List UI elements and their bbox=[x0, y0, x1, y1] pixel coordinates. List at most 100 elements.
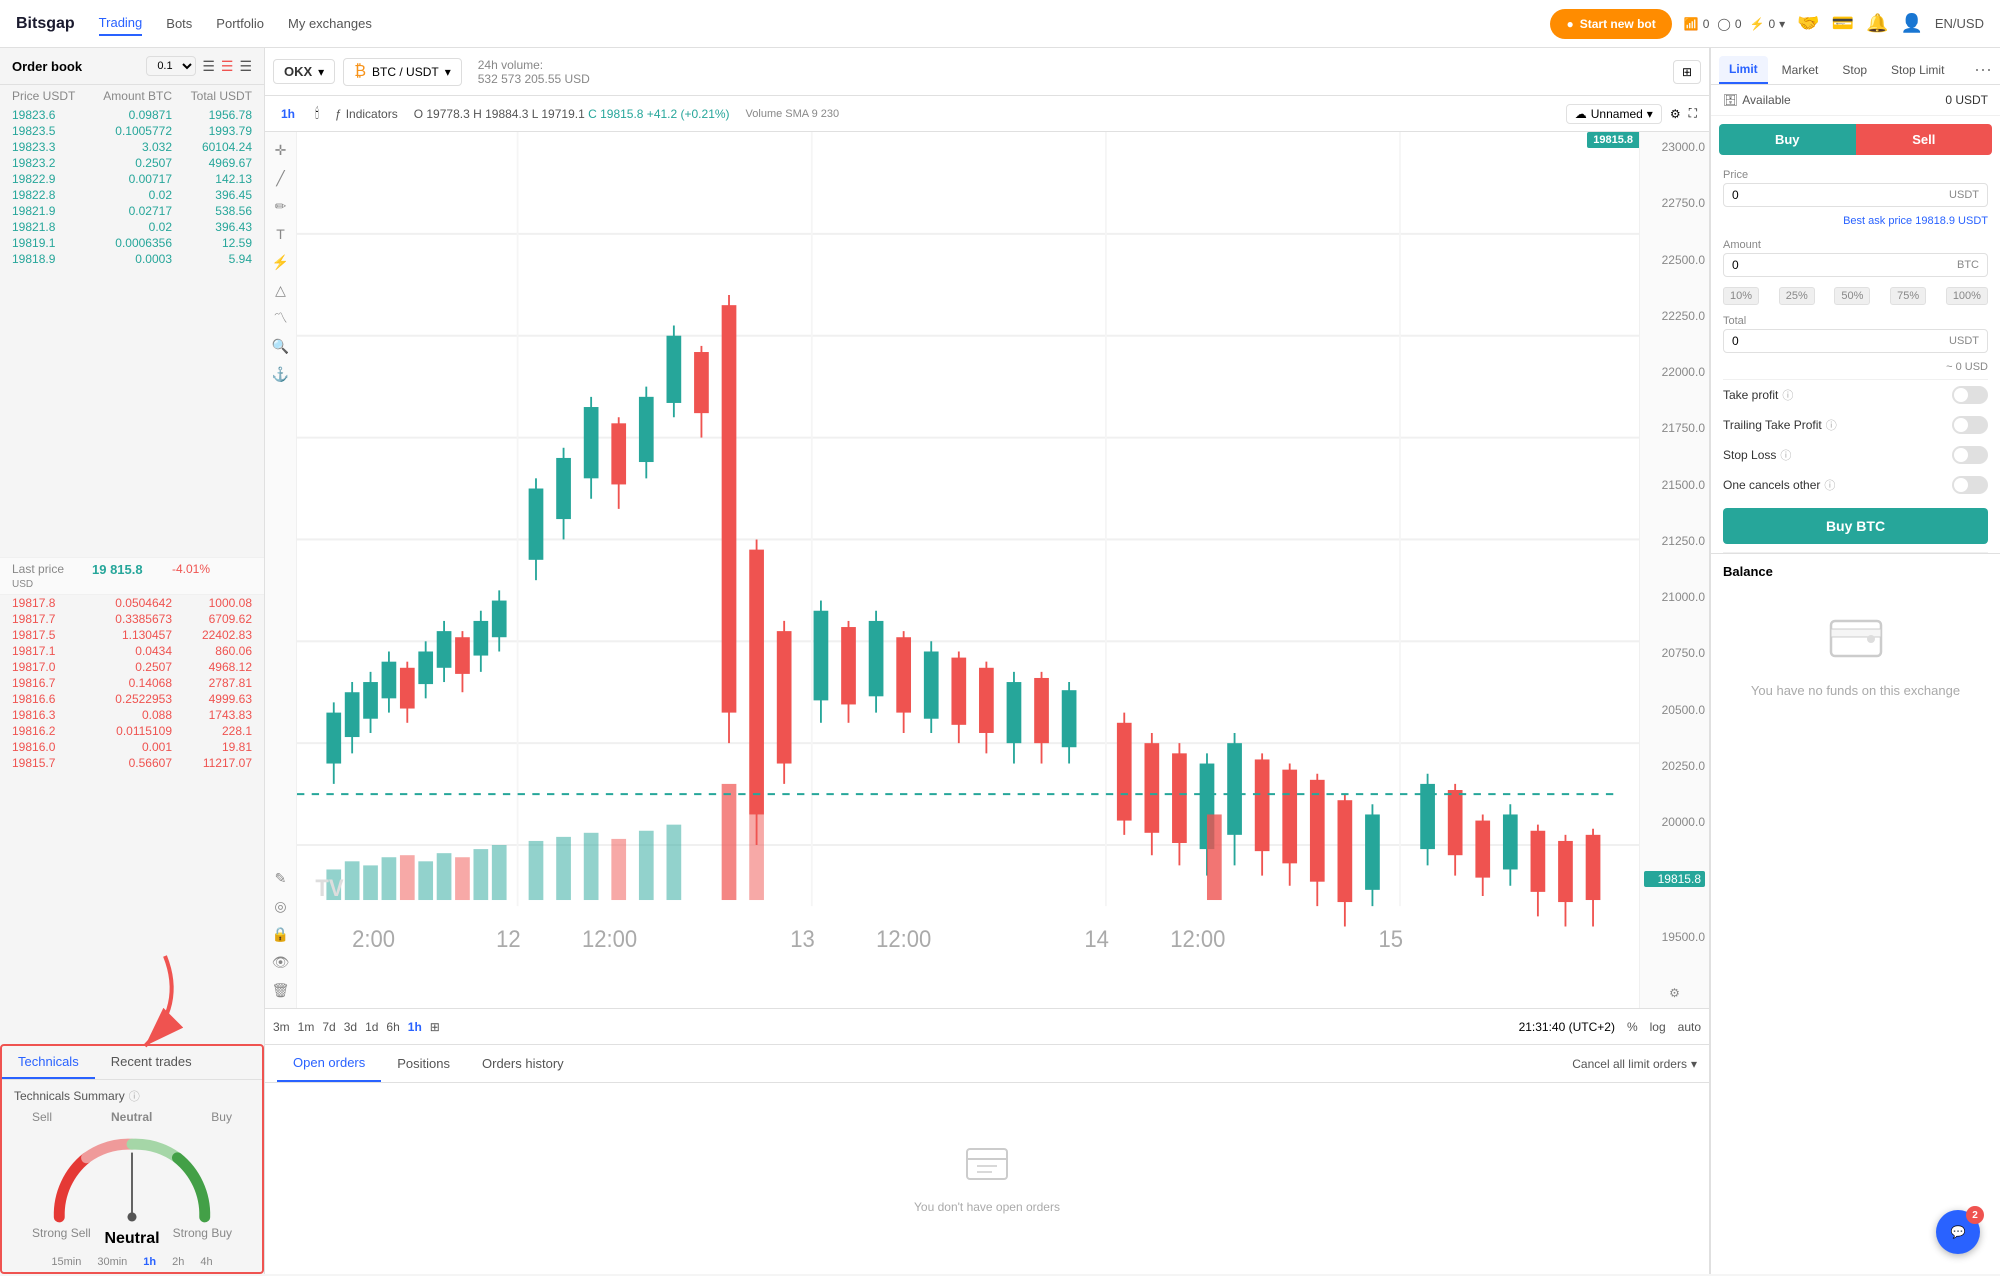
ob-size-select[interactable]: 0.1 bbox=[146, 56, 196, 76]
table-row: 19822.90.00717142.13 bbox=[0, 171, 264, 187]
line-tool[interactable]: ╱ bbox=[271, 168, 291, 188]
bell-icon[interactable]: 🔔 bbox=[1866, 13, 1888, 34]
total-input[interactable] bbox=[1732, 334, 1949, 348]
settings-icon[interactable]: ⚙ bbox=[1670, 107, 1681, 121]
pair-selector[interactable]: ₿ BTC / USDT ▾ bbox=[343, 58, 462, 86]
chat-button[interactable]: 💬 2 bbox=[1936, 1210, 1980, 1254]
stop-loss-toggle[interactable] bbox=[1952, 446, 1988, 464]
fullscreen-icon[interactable]: ⛶ bbox=[1689, 106, 1697, 121]
price-level-15: 19500.0 bbox=[1644, 930, 1705, 944]
total-field-group: Total USDT bbox=[1711, 309, 2000, 359]
tab-orders-history[interactable]: Orders history bbox=[466, 1046, 580, 1081]
trash-tool[interactable]: 🗑 bbox=[271, 980, 291, 1000]
oco-info-icon[interactable]: ⓘ bbox=[1824, 477, 1835, 493]
settings-chart-icon[interactable]: ⚙ bbox=[1644, 986, 1705, 1000]
price-input[interactable] bbox=[1732, 188, 1949, 202]
chart-type-icon[interactable]: 🕯 bbox=[315, 105, 319, 122]
preset-selector[interactable]: ☁ Unnamed ▾ bbox=[1566, 104, 1662, 124]
draw-tool[interactable]: ✏ bbox=[271, 196, 291, 216]
shape-tool[interactable]: △ bbox=[271, 280, 291, 300]
wallet-nav-icon[interactable]: 💳 bbox=[1832, 13, 1854, 34]
cursor-tool[interactable]: ✛ bbox=[271, 140, 291, 160]
trailing-take-profit-toggle[interactable] bbox=[1952, 416, 1988, 434]
magnet-tool[interactable]: ◎ bbox=[271, 896, 291, 916]
auto-btn[interactable]: auto bbox=[1678, 1020, 1701, 1034]
interval-1h[interactable]: 1h bbox=[277, 105, 299, 123]
sell-tab-button[interactable]: Sell bbox=[1856, 124, 1993, 155]
stop-loss-info-icon[interactable]: ⓘ bbox=[1780, 447, 1791, 463]
nav-exchanges[interactable]: My exchanges bbox=[288, 12, 372, 35]
start-bot-button[interactable]: ● Start new bot bbox=[1550, 9, 1671, 39]
time-tabs: 15min 30min 1h 2h 4h bbox=[51, 1256, 212, 1268]
time-tab-2h[interactable]: 2h bbox=[172, 1256, 184, 1268]
nav-trading[interactable]: Trading bbox=[99, 11, 143, 36]
table-row: 19817.80.05046421000.08 bbox=[0, 595, 264, 611]
user-icon[interactable]: 👤 bbox=[1900, 13, 1922, 34]
amount-input[interactable] bbox=[1732, 258, 1957, 272]
pct-75[interactable]: 75% bbox=[1890, 287, 1926, 305]
sell-label: Sell bbox=[32, 1110, 52, 1124]
period-1m[interactable]: 1m bbox=[298, 1020, 315, 1034]
nav-bots[interactable]: Bots bbox=[166, 12, 192, 35]
pct-25[interactable]: 25% bbox=[1779, 287, 1815, 305]
pct-50[interactable]: 50% bbox=[1834, 287, 1870, 305]
one-cancels-other-toggle[interactable] bbox=[1952, 476, 1988, 494]
eye-tool[interactable]: 👁 bbox=[271, 952, 291, 972]
svg-text:15: 15 bbox=[1379, 925, 1404, 952]
zoom-tool[interactable]: 🔍 bbox=[271, 336, 291, 356]
svg-text:12: 12 bbox=[496, 925, 521, 952]
anchor-tool[interactable]: ⚓ bbox=[271, 364, 291, 384]
cancel-all-button[interactable]: Cancel all limit orders ▾ bbox=[1572, 1057, 1697, 1071]
fib-tool[interactable]: 〽 bbox=[271, 308, 291, 328]
time-tab-30min[interactable]: 30min bbox=[97, 1256, 127, 1268]
buy-btc-button[interactable]: Buy BTC bbox=[1723, 508, 1988, 544]
tab-market[interactable]: Market bbox=[1772, 57, 1829, 83]
tab-positions[interactable]: Positions bbox=[381, 1046, 466, 1081]
trailing-tp-info-icon[interactable]: ⓘ bbox=[1826, 417, 1837, 433]
chart-layout-button[interactable]: ⊞ bbox=[1673, 60, 1701, 84]
best-ask-link[interactable]: Best ask price 19818.9 USDT bbox=[1711, 213, 2000, 233]
nav-portfolio[interactable]: Portfolio bbox=[216, 12, 264, 35]
pct-btn[interactable]: % bbox=[1627, 1020, 1638, 1034]
ob-filter2-icon[interactable]: ☰ bbox=[221, 58, 234, 75]
tab-recent-trades[interactable]: Recent trades bbox=[95, 1046, 208, 1079]
tab-open-orders[interactable]: Open orders bbox=[277, 1045, 381, 1082]
period-3m[interactable]: 3m bbox=[273, 1020, 290, 1034]
more-order-types-button[interactable]: ⋯ bbox=[1974, 60, 1992, 81]
buy-sell-buttons: Buy Sell bbox=[1719, 124, 1992, 155]
handshake-icon[interactable]: 🤝 bbox=[1797, 13, 1819, 34]
text-tool[interactable]: T bbox=[271, 224, 291, 244]
period-1d[interactable]: 1d bbox=[365, 1020, 378, 1034]
pct-100[interactable]: 100% bbox=[1946, 287, 1988, 305]
take-profit-toggle[interactable] bbox=[1952, 386, 1988, 404]
nav-stat-bar[interactable]: 📶 0 bbox=[1684, 17, 1710, 31]
tab-stop-limit[interactable]: Stop Limit bbox=[1881, 57, 1954, 83]
nav-stat-bolt[interactable]: ⚡ 0 ▾ bbox=[1750, 17, 1786, 31]
tab-technicals[interactable]: Technicals bbox=[2, 1046, 95, 1079]
period-6h[interactable]: 6h bbox=[386, 1020, 399, 1034]
language-selector[interactable]: EN/USD bbox=[1935, 16, 1984, 31]
period-1h[interactable]: 1h bbox=[408, 1020, 422, 1034]
tab-stop[interactable]: Stop bbox=[1832, 57, 1877, 83]
time-tab-4h[interactable]: 4h bbox=[200, 1256, 212, 1268]
nav-stat-circle[interactable]: ◯ 0 bbox=[1717, 17, 1741, 31]
ob-filter1-icon[interactable]: ☰ bbox=[202, 58, 215, 75]
period-7d[interactable]: 7d bbox=[322, 1020, 335, 1034]
time-tab-1h[interactable]: 1h bbox=[143, 1256, 156, 1268]
measure-tool[interactable]: ⚡ bbox=[271, 252, 291, 272]
pencil-tool[interactable]: ✎ bbox=[271, 868, 291, 888]
pct-10[interactable]: 10% bbox=[1723, 287, 1759, 305]
buy-tab-button[interactable]: Buy bbox=[1719, 124, 1856, 155]
indicators-button[interactable]: ƒ Indicators bbox=[335, 107, 398, 121]
tab-limit[interactable]: Limit bbox=[1719, 56, 1768, 84]
lock-tool[interactable]: 🔒 bbox=[271, 924, 291, 944]
period-compare[interactable]: ⊞ bbox=[430, 1020, 440, 1034]
exchange-selector[interactable]: OKX ▾ bbox=[273, 59, 335, 84]
order-book-asks: 19823.60.098711956.78 19823.50.100577219… bbox=[0, 107, 264, 557]
log-btn[interactable]: log bbox=[1650, 1020, 1666, 1034]
period-3d[interactable]: 3d bbox=[344, 1020, 357, 1034]
ob-filter3-icon[interactable]: ☰ bbox=[239, 58, 252, 75]
table-row: 19816.30.0881743.83 bbox=[0, 707, 264, 723]
time-tab-15min[interactable]: 15min bbox=[51, 1256, 81, 1268]
take-profit-info-icon[interactable]: ⓘ bbox=[1782, 387, 1793, 403]
